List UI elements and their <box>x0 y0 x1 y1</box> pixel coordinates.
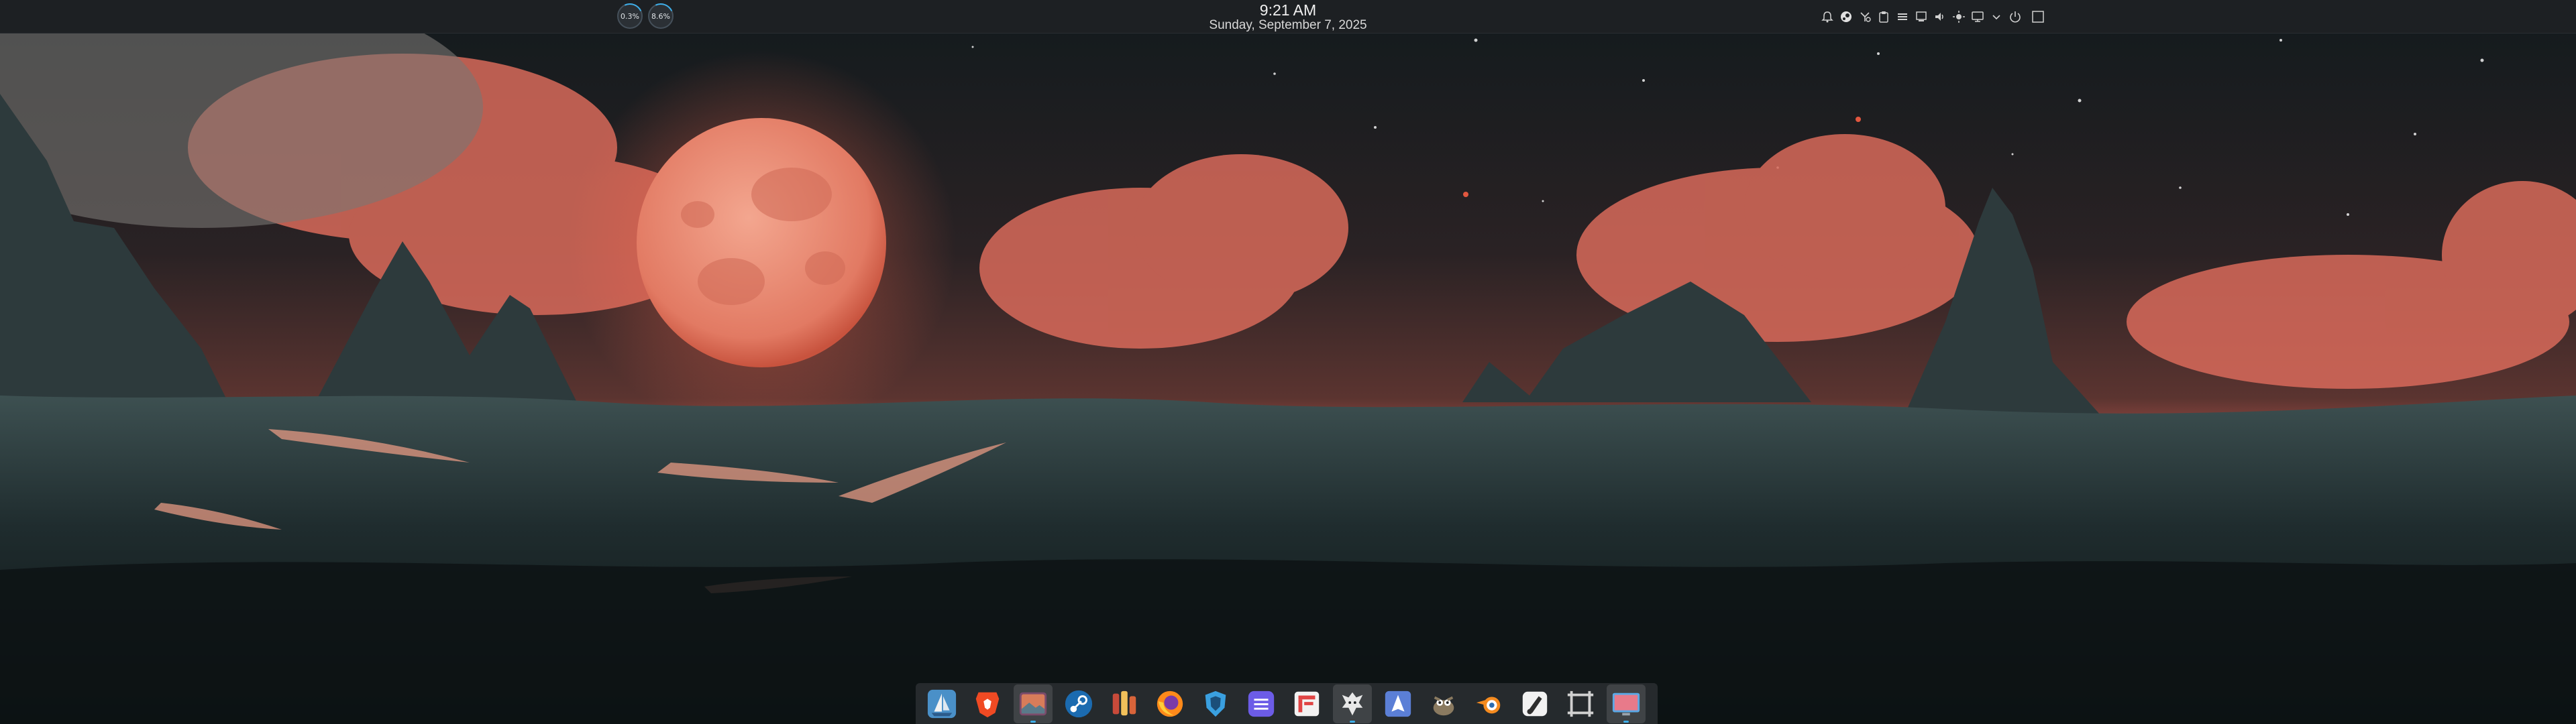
system-tray <box>1818 7 2047 27</box>
picture-icon <box>1019 692 1047 715</box>
clipboard-icon[interactable] <box>1874 7 1893 26</box>
crop-frame-icon <box>1567 690 1594 717</box>
cpu-usage-value: 0.3% <box>621 11 639 21</box>
dock-item-steam[interactable] <box>1059 684 1098 723</box>
sailboat-icon <box>927 689 957 718</box>
digital-clock[interactable]: 9:21 AM Sunday, September 7, 2025 <box>1154 1 1422 32</box>
shield-icon <box>1205 690 1226 717</box>
dock-item-image-viewer[interactable] <box>1014 684 1053 723</box>
dock-item-krita[interactable] <box>1515 684 1554 723</box>
cpu-monitor-widget[interactable]: 0.3% <box>617 3 643 29</box>
chat-icon <box>1248 690 1275 717</box>
blender-icon <box>1476 696 1501 713</box>
menu-icon[interactable] <box>1893 7 1912 26</box>
clock-date: Sunday, September 7, 2025 <box>1209 18 1367 32</box>
expand-tray-icon[interactable] <box>1987 7 2006 26</box>
steam-icon <box>1065 690 1093 717</box>
dock-item-element[interactable] <box>1242 684 1281 723</box>
brightness-icon[interactable] <box>1949 7 1968 26</box>
dock-item-protonvpn[interactable] <box>1196 684 1235 723</box>
dock-item-system-monitor[interactable] <box>1607 684 1646 723</box>
task-manager-dock <box>916 683 1658 724</box>
steam-tray-icon[interactable] <box>1837 7 1856 26</box>
dock-item-inkscape[interactable] <box>1379 684 1417 723</box>
brush-icon <box>1522 691 1548 716</box>
memory-usage-value: 8.6% <box>651 11 670 21</box>
display-icon[interactable] <box>1968 7 1987 26</box>
power-icon[interactable] <box>2006 7 2025 26</box>
flag-icon <box>1294 691 1320 716</box>
dock-item-screenshot[interactable] <box>1561 684 1600 723</box>
volume-icon[interactable] <box>1931 7 1949 26</box>
dock-item-dolphin[interactable] <box>922 684 961 723</box>
top-panel: 0.3% 8.6% 9:21 AM Sunday, September 7, 2… <box>0 0 2576 34</box>
show-desktop-icon[interactable] <box>2029 7 2047 26</box>
dock-item-launcher[interactable] <box>1105 684 1144 723</box>
dock-item-discover[interactable] <box>1333 684 1372 723</box>
rocket-icon <box>1112 690 1136 715</box>
dock-item-blender[interactable] <box>1470 684 1509 723</box>
dock-item-gimp[interactable] <box>1424 684 1463 723</box>
lion-shield-icon <box>975 692 1000 717</box>
desktop-wallpaper <box>0 0 2576 724</box>
keyboard-icon[interactable] <box>1856 7 1874 26</box>
notifications-icon[interactable] <box>1818 7 1837 26</box>
pen-icon <box>1385 690 1411 717</box>
dock-item-brave[interactable] <box>968 684 1007 723</box>
firefox-icon <box>1157 690 1183 717</box>
dragon-icon <box>1342 692 1363 715</box>
dock-item-flatseal[interactable] <box>1287 684 1326 723</box>
clock-time: 9:21 AM <box>1259 1 1317 19</box>
wilber-icon <box>1433 696 1454 715</box>
memory-monitor-widget[interactable]: 8.6% <box>648 3 674 29</box>
monitor-icon <box>1612 692 1640 715</box>
dock-item-firefox[interactable] <box>1150 684 1189 723</box>
network-icon[interactable] <box>1912 7 1931 26</box>
